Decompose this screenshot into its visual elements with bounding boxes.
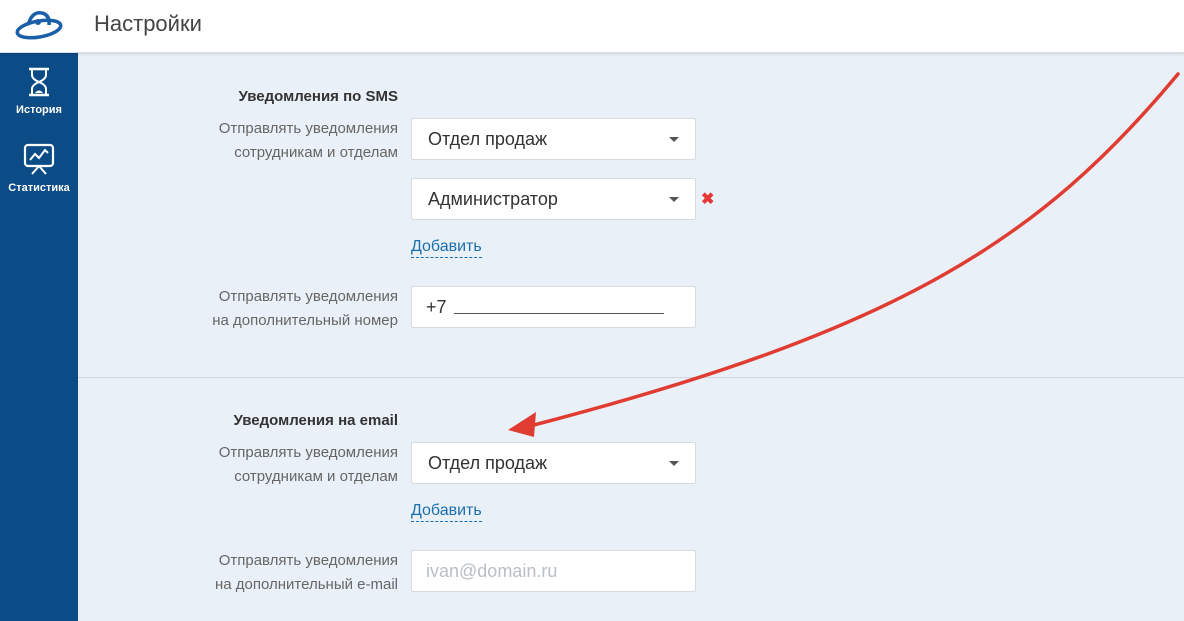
email-placeholder: ivan@domain.ru <box>426 561 558 581</box>
email-recipient-select-1[interactable]: Отдел продаж <box>411 442 696 484</box>
sms-extra-number-label: Отправлять уведомления на дополнительный… <box>212 288 398 329</box>
sidebar: История Статистика <box>0 53 78 621</box>
chevron-down-icon <box>669 197 679 202</box>
section-divider <box>78 377 1184 378</box>
sms-add-recipient-link[interactable]: Добавить <box>411 237 482 258</box>
email-extra-address-label: Отправлять уведомления на дополнительный… <box>214 552 398 593</box>
email-add-recipient-link[interactable]: Добавить <box>411 501 482 522</box>
page-title: Настройки <box>94 11 202 36</box>
chevron-down-icon <box>669 137 679 142</box>
email-recipients-label: Отправлять уведомления сотрудникам и отд… <box>218 444 398 485</box>
email-extra-address-input[interactable]: ivan@domain.ru <box>411 550 696 592</box>
select-value: Отдел продаж <box>428 129 547 149</box>
settings-content: Уведомления по SMS Отправлять уведомлени… <box>78 53 1184 621</box>
email-section-title: Уведомления на email <box>233 412 398 429</box>
chart-board-icon <box>23 143 55 180</box>
chevron-down-icon <box>669 461 679 466</box>
phone-prefix: +7 <box>426 297 447 317</box>
phone-input-underline <box>454 313 664 314</box>
sms-recipient-select-1[interactable]: Отдел продаж <box>411 118 696 160</box>
sidebar-item-label: Статистика <box>8 182 70 194</box>
top-bar: Настройки <box>0 0 1184 53</box>
sms-recipients-label: Отправлять уведомления сотрудникам и отд… <box>218 120 398 161</box>
sidebar-item-statistics[interactable]: Статистика <box>0 129 78 205</box>
sms-recipient-select-2[interactable]: Администратор <box>411 178 696 220</box>
sms-extra-phone-input[interactable]: +7 <box>411 286 696 328</box>
sms-section-title: Уведомления по SMS <box>238 88 398 105</box>
sidebar-item-label: История <box>16 104 62 116</box>
select-value: Администратор <box>428 189 558 209</box>
sidebar-item-history[interactable]: История <box>0 53 78 129</box>
ufo-logo-icon[interactable] <box>0 0 78 53</box>
select-value: Отдел продаж <box>428 453 547 473</box>
remove-recipient-icon[interactable]: ✖ <box>701 189 714 209</box>
hourglass-icon <box>26 67 52 102</box>
